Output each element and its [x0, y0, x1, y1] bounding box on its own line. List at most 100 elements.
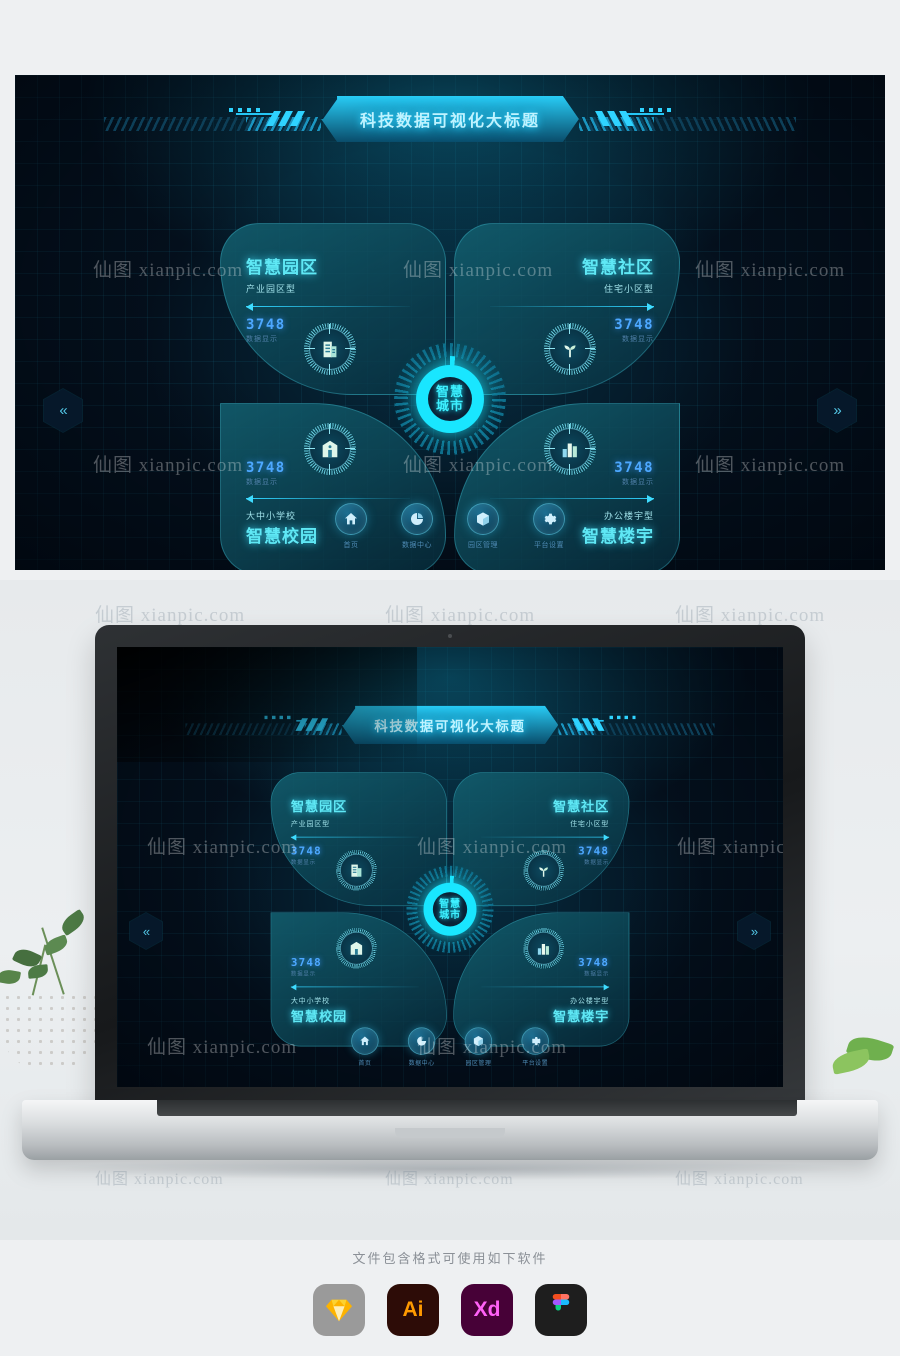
dial-building[interactable]: [334, 848, 379, 893]
screen-bottom-nav: 首页 数据中心 园区管理 平台设置: [164, 1027, 737, 1067]
screen-page-title: 科技数据可视化大标题: [341, 705, 559, 745]
pie-chart-icon: [407, 1027, 436, 1055]
laptop-mockup-scene: 科技数据可视化大标题 « » 智慧园区 产业园区型 3748 数据显示 智慧社区…: [0, 580, 900, 1240]
nav-item-home[interactable]: 首页: [329, 503, 373, 550]
nav-label: 平台设置: [534, 542, 564, 549]
nav-item-data-center[interactable]: 数据中心: [403, 1027, 441, 1067]
header: 科技数据可视化大标题: [15, 93, 885, 145]
illustrator-label: Ai: [402, 1298, 424, 1321]
building-icon: [302, 321, 358, 377]
arrow-right-icon: [481, 834, 610, 841]
right-decoration: [579, 97, 814, 141]
quadrant-title: 智慧楼宇: [552, 1009, 610, 1024]
cube-icon: [467, 503, 499, 535]
nav-item-home[interactable]: 首页: [346, 1027, 384, 1067]
quadrant-title: 智慧社区: [582, 258, 654, 277]
school-icon: [335, 926, 379, 970]
dial-school[interactable]: [302, 421, 358, 477]
xd-icon[interactable]: Xd: [461, 1284, 513, 1336]
gear-icon: [521, 1027, 549, 1055]
gear-icon: [533, 503, 565, 535]
arrow-left-icon: [290, 983, 419, 991]
page-title-text: 科技数据可视化大标题: [359, 113, 540, 130]
center-label-line1: 智慧: [435, 384, 464, 400]
dial-chart-building[interactable]: [542, 421, 598, 477]
center-label-line2: 城市: [435, 398, 464, 413]
sprout-icon: [522, 848, 566, 892]
trackpad-notch: [395, 1128, 505, 1138]
right-decoration: [558, 707, 729, 744]
quadrant-subtitle: 住宅小区型: [603, 284, 654, 294]
nav-label: 园区管理: [468, 542, 498, 549]
dial-chart-building[interactable]: [521, 926, 566, 971]
arrow-right-icon: [490, 494, 654, 503]
quadrant-value-label: 数据显示: [622, 479, 654, 486]
keyboard: [157, 1100, 797, 1116]
arrow-left-icon: [246, 494, 410, 503]
bottom-nav: 首页 数据中心 园区管理 平台设置: [15, 503, 885, 550]
nav-label: 数据中心: [402, 542, 432, 549]
dial-school[interactable]: [334, 926, 379, 971]
webcam: [448, 634, 452, 638]
nav-item-data-center[interactable]: 数据中心: [395, 503, 439, 550]
nav-label: 平台设置: [522, 1060, 549, 1067]
arrow-left-icon: [290, 834, 419, 841]
quadrant-subtitle: 产业园区型: [246, 284, 297, 294]
nav-label: 首页: [343, 542, 359, 549]
dashboard-preview: 科技数据可视化大标题 « » 智慧园区 产业园区型 3748 数据显示 智慧社区…: [15, 75, 885, 570]
left-decoration: [86, 97, 321, 141]
pie-chart-icon: [401, 503, 433, 535]
page-title: 科技数据可视化大标题: [321, 96, 579, 142]
quadrant-title: 智慧校园: [290, 1009, 348, 1024]
screen-header: 科技数据可视化大标题: [170, 703, 729, 747]
illustrator-icon[interactable]: Ai: [387, 1284, 439, 1336]
screen-page-title-text: 科技数据可视化大标题: [374, 719, 526, 735]
laptop-lid: 科技数据可视化大标题 « » 智慧园区 产业园区型 3748 数据显示 智慧社区…: [95, 625, 805, 1105]
dial-sprout[interactable]: [521, 848, 566, 893]
center-gear[interactable]: 智慧 城市: [406, 865, 494, 953]
figma-icon[interactable]: [535, 1284, 587, 1336]
arrow-left-icon: [246, 302, 410, 311]
laptop-screen: 科技数据可视化大标题 « » 智慧园区 产业园区型 3748 数据显示 智慧社区…: [117, 647, 783, 1087]
quadrant-subtitle: 住宅小区型: [570, 819, 610, 828]
quadrant-title: 智慧园区: [246, 258, 318, 277]
dial-sprout[interactable]: [542, 321, 598, 377]
quadrant-value-label: 数据显示: [290, 971, 316, 978]
nav-item-park-management[interactable]: 园区管理: [459, 1027, 497, 1067]
center-gear[interactable]: 智慧 城市: [394, 343, 506, 455]
quadrant-subtitle: 大中小学校: [290, 996, 330, 1005]
chart-building-icon: [542, 421, 598, 477]
arrow-right-icon: [481, 983, 610, 991]
nav-item-park-management[interactable]: 园区管理: [461, 503, 505, 550]
nav-item-platform-settings[interactable]: 平台设置: [527, 503, 571, 550]
plant-pot: [2, 992, 98, 1070]
center-label-line2: 城市: [439, 908, 461, 921]
chevron-right-icon: »: [750, 923, 758, 939]
left-decoration: [170, 707, 342, 744]
chevron-right-icon: »: [833, 402, 841, 419]
footer-note: 文件包含格式可使用如下软件: [352, 1251, 548, 1266]
chevron-left-icon: «: [142, 923, 150, 939]
laptop-base: [22, 1100, 878, 1160]
arrow-right-icon: [490, 302, 654, 311]
screen-quadrant-group: 智慧园区 产业园区型 3748 数据显示 智慧社区 住宅小区型 3748 数据显…: [270, 772, 630, 1047]
chevron-left-icon: «: [59, 402, 67, 419]
sketch-icon[interactable]: [313, 1284, 365, 1336]
quadrant-title: 智慧园区: [290, 799, 348, 815]
quadrant-value-label: 数据显示: [246, 479, 278, 486]
home-icon: [335, 503, 367, 535]
chart-building-icon: [522, 926, 566, 970]
xd-label: Xd: [473, 1298, 501, 1321]
cube-icon: [464, 1027, 493, 1055]
nav-label: 首页: [358, 1060, 372, 1067]
dial-building[interactable]: [302, 321, 358, 377]
software-list: Ai Xd: [0, 1284, 900, 1336]
sprout-icon: [542, 321, 598, 377]
footer: 文件包含格式可使用如下软件 Ai Xd: [0, 1248, 900, 1336]
nav-item-platform-settings[interactable]: 平台设置: [516, 1027, 554, 1067]
nav-label: 数据中心: [408, 1060, 435, 1067]
quadrant-subtitle: 办公楼宇型: [570, 996, 610, 1005]
quadrant-subtitle: 产业园区型: [290, 819, 330, 828]
nav-label: 园区管理: [465, 1060, 492, 1067]
quadrant-value-label: 数据显示: [584, 971, 610, 978]
